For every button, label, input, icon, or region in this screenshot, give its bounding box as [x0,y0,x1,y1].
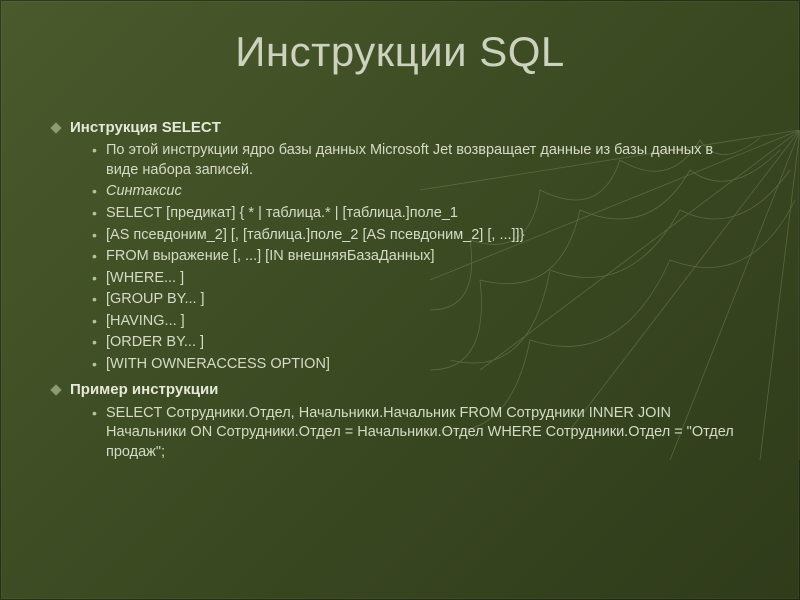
top-list: Инструкция SELECT По этой инструкции ядр… [52,118,748,462]
list-item: [AS псевдоним_2] [, [таблица.]поле_2 [AS… [92,226,748,246]
list-item: [ORDER BY... ] [92,333,748,353]
list-item: [HAVING... ] [92,312,748,332]
list-item: По этой инструкции ядро базы данных Micr… [92,141,748,180]
list-item: FROM выражение [, ...] [IN внешняяБазаДа… [92,247,748,267]
slide-body: Инструкция SELECT По этой инструкции ядр… [52,118,748,468]
slide: Инструкции SQL Инструкция SELECT По этой… [0,0,800,600]
sub-list: По этой инструкции ядро базы данных Micr… [92,141,748,374]
list-item: [WITH OWNERACCESS OPTION] [92,355,748,375]
list-item: [GROUP BY... ] [92,290,748,310]
list-item: [WHERE... ] [92,269,748,289]
list-item: Инструкция SELECT По этой инструкции ядр… [52,118,748,374]
list-item: Синтаксис [92,182,748,202]
sub-list: SELECT Сотрудники.Отдел, Начальники.Нача… [92,404,748,463]
section-heading: Инструкция SELECT [70,119,221,136]
slide-title: Инструкции SQL [0,28,800,76]
list-item: SELECT [предикат] { * | таблица.* | [таб… [92,204,748,224]
list-item: SELECT Сотрудники.Отдел, Начальники.Нача… [92,404,748,463]
section-heading: Пример инструкции [70,381,218,398]
list-item: Пример инструкции SELECT Сотрудники.Отде… [52,380,748,462]
